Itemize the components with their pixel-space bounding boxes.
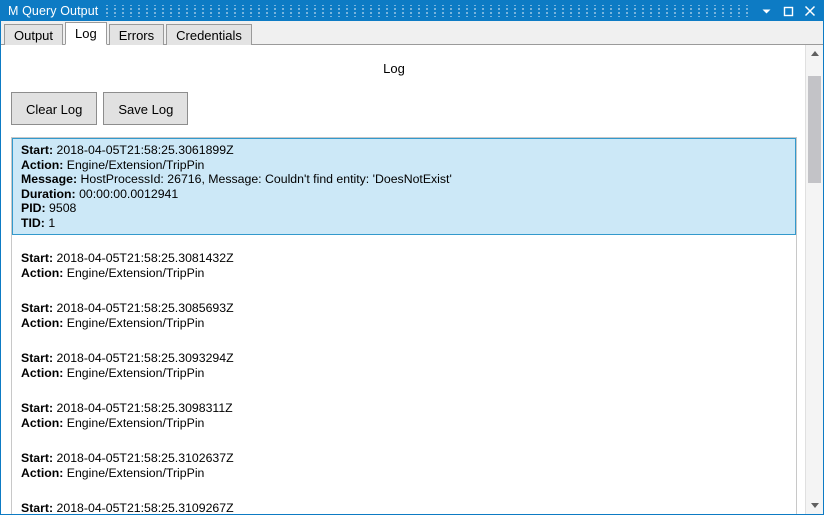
log-field-value: 2018-04-05T21:58:25.3085693Z xyxy=(56,301,234,315)
log-entry[interactable]: Start: 2018-04-05T21:58:25.3081432Z Actio… xyxy=(12,246,796,285)
log-field-label: Action: xyxy=(21,465,67,480)
log-field-value: 1 xyxy=(48,215,56,230)
chevron-up-icon xyxy=(810,51,819,56)
log-field-value: HostProcessId: 26716, Message: Couldn't … xyxy=(80,172,452,186)
tab-strip: Output Log Errors Credentials xyxy=(1,21,823,45)
log-field-value: Engine/Extension/TripPin xyxy=(66,365,205,380)
log-field-label: PID: xyxy=(21,201,50,215)
log-field-action: Action: Engine/Extension/TripPin xyxy=(21,466,789,481)
log-field-label: Start: xyxy=(21,451,57,465)
log-entry[interactable]: Start: 2018-04-05T21:58:25.3102637Z Actio… xyxy=(12,446,796,485)
log-field-start: Start: 2018-04-05T21:58:25.3061899Z xyxy=(21,143,789,158)
log-field-value: 2018-04-05T21:58:25.3081432Z xyxy=(56,251,234,265)
chevron-down-icon xyxy=(810,503,819,508)
content-area: Log Clear Log Save Log Start: 2018-04-05… xyxy=(1,45,823,514)
log-field-label: Start: xyxy=(21,251,57,265)
log-field-label: TID: xyxy=(21,215,49,230)
log-field-label: Duration: xyxy=(21,186,80,201)
window-title: M Query Output xyxy=(8,4,99,18)
window-controls xyxy=(755,1,821,21)
log-field-value: Engine/Extension/TripPin xyxy=(66,315,205,330)
scrollbar-thumb[interactable] xyxy=(808,76,821,183)
log-field-label: Message: xyxy=(21,172,81,186)
log-field-label: Start: xyxy=(21,501,57,514)
log-field-value: Engine/Extension/TripPin xyxy=(66,415,205,430)
log-field-start: Start: 2018-04-05T21:58:25.3085693Z xyxy=(21,301,789,316)
log-field-value: 2018-04-05T21:58:25.3109267Z xyxy=(56,501,234,514)
log-field-value: 2018-04-05T21:58:25.3102637Z xyxy=(56,451,234,465)
log-field-duration: Duration: 00:00:00.0012941 xyxy=(21,187,789,202)
tab-log[interactable]: Log xyxy=(65,22,107,45)
log-field-start: Start: 2018-04-05T21:58:25.3109267Z xyxy=(21,501,789,514)
maximize-icon[interactable] xyxy=(777,1,799,21)
log-field-value: Engine/Extension/TripPin xyxy=(66,265,205,280)
log-field-value: Engine/Extension/TripPin xyxy=(66,465,205,480)
log-entry[interactable]: Start: 2018-04-05T21:58:25.3061899Z Actio… xyxy=(12,138,796,235)
log-field-start: Start: 2018-04-05T21:58:25.3098311Z xyxy=(21,401,789,416)
save-log-button[interactable]: Save Log xyxy=(103,92,189,125)
close-icon[interactable] xyxy=(799,1,821,21)
log-field-tid: TID: 1 xyxy=(21,216,789,231)
log-panel: Log Clear Log Save Log Start: 2018-04-05… xyxy=(1,45,805,514)
log-toolbar: Clear Log Save Log xyxy=(1,80,805,137)
tab-output[interactable]: Output xyxy=(4,24,64,45)
log-field-label: Start: xyxy=(21,351,57,365)
tab-errors[interactable]: Errors xyxy=(108,24,165,45)
log-field-action: Action: Engine/Extension/TripPin xyxy=(21,266,789,281)
scrollbar-track[interactable] xyxy=(806,62,823,497)
log-field-start: Start: 2018-04-05T21:58:25.3093294Z xyxy=(21,351,789,366)
log-field-label: Action: xyxy=(21,315,67,330)
title-bar-grip xyxy=(106,5,749,17)
clear-log-button[interactable]: Clear Log xyxy=(11,92,98,125)
log-field-label: Start: xyxy=(21,301,57,315)
log-field-start: Start: 2018-04-05T21:58:25.3081432Z xyxy=(21,251,789,266)
log-entry[interactable]: Start: 2018-04-05T21:58:25.3098311Z Actio… xyxy=(12,396,796,435)
title-bar: M Query Output xyxy=(1,1,823,21)
vertical-scrollbar[interactable] xyxy=(805,45,823,514)
scroll-down-button[interactable] xyxy=(806,497,823,514)
page-title: Log xyxy=(383,61,405,76)
log-field-label: Action: xyxy=(21,365,67,380)
log-field-label: Action: xyxy=(21,157,67,172)
log-field-action: Action: Engine/Extension/TripPin xyxy=(21,158,789,173)
log-field-value: 00:00:00.0012941 xyxy=(79,186,179,201)
log-field-value: 2018-04-05T21:58:25.3093294Z xyxy=(56,351,234,365)
log-field-action: Action: Engine/Extension/TripPin xyxy=(21,316,789,331)
scroll-up-button[interactable] xyxy=(806,45,823,62)
m-query-output-window: M Query Output Output Log Errors Credent… xyxy=(0,0,824,515)
log-field-label: Start: xyxy=(21,401,57,415)
tab-credentials[interactable]: Credentials xyxy=(166,24,252,45)
log-entry[interactable]: Start: 2018-04-05T21:58:25.3085693Z Actio… xyxy=(12,296,796,335)
log-field-value: 2018-04-05T21:58:25.3098311Z xyxy=(56,401,233,415)
log-field-label: Action: xyxy=(21,265,67,280)
log-field-start: Start: 2018-04-05T21:58:25.3102637Z xyxy=(21,451,789,466)
log-field-action: Action: Engine/Extension/TripPin xyxy=(21,416,789,431)
log-field-pid: PID: 9508 xyxy=(21,201,789,216)
log-field-label: Action: xyxy=(21,415,67,430)
log-entry-list[interactable]: Start: 2018-04-05T21:58:25.3061899Z Actio… xyxy=(11,137,797,514)
log-field-label: Start: xyxy=(21,143,57,157)
minimize-icon[interactable] xyxy=(755,1,777,21)
log-entry[interactable]: Start: 2018-04-05T21:58:25.3093294Z Actio… xyxy=(12,346,796,385)
log-field-value: Engine/Extension/TripPin xyxy=(66,157,205,172)
log-field-value: 2018-04-05T21:58:25.3061899Z xyxy=(56,143,234,157)
log-field-value: 9508 xyxy=(49,201,77,215)
log-field-action: Action: Engine/Extension/TripPin xyxy=(21,366,789,381)
log-entry[interactable]: Start: 2018-04-05T21:58:25.3109267Z xyxy=(12,496,796,514)
log-field-message: Message: HostProcessId: 26716, Message: … xyxy=(21,172,789,187)
